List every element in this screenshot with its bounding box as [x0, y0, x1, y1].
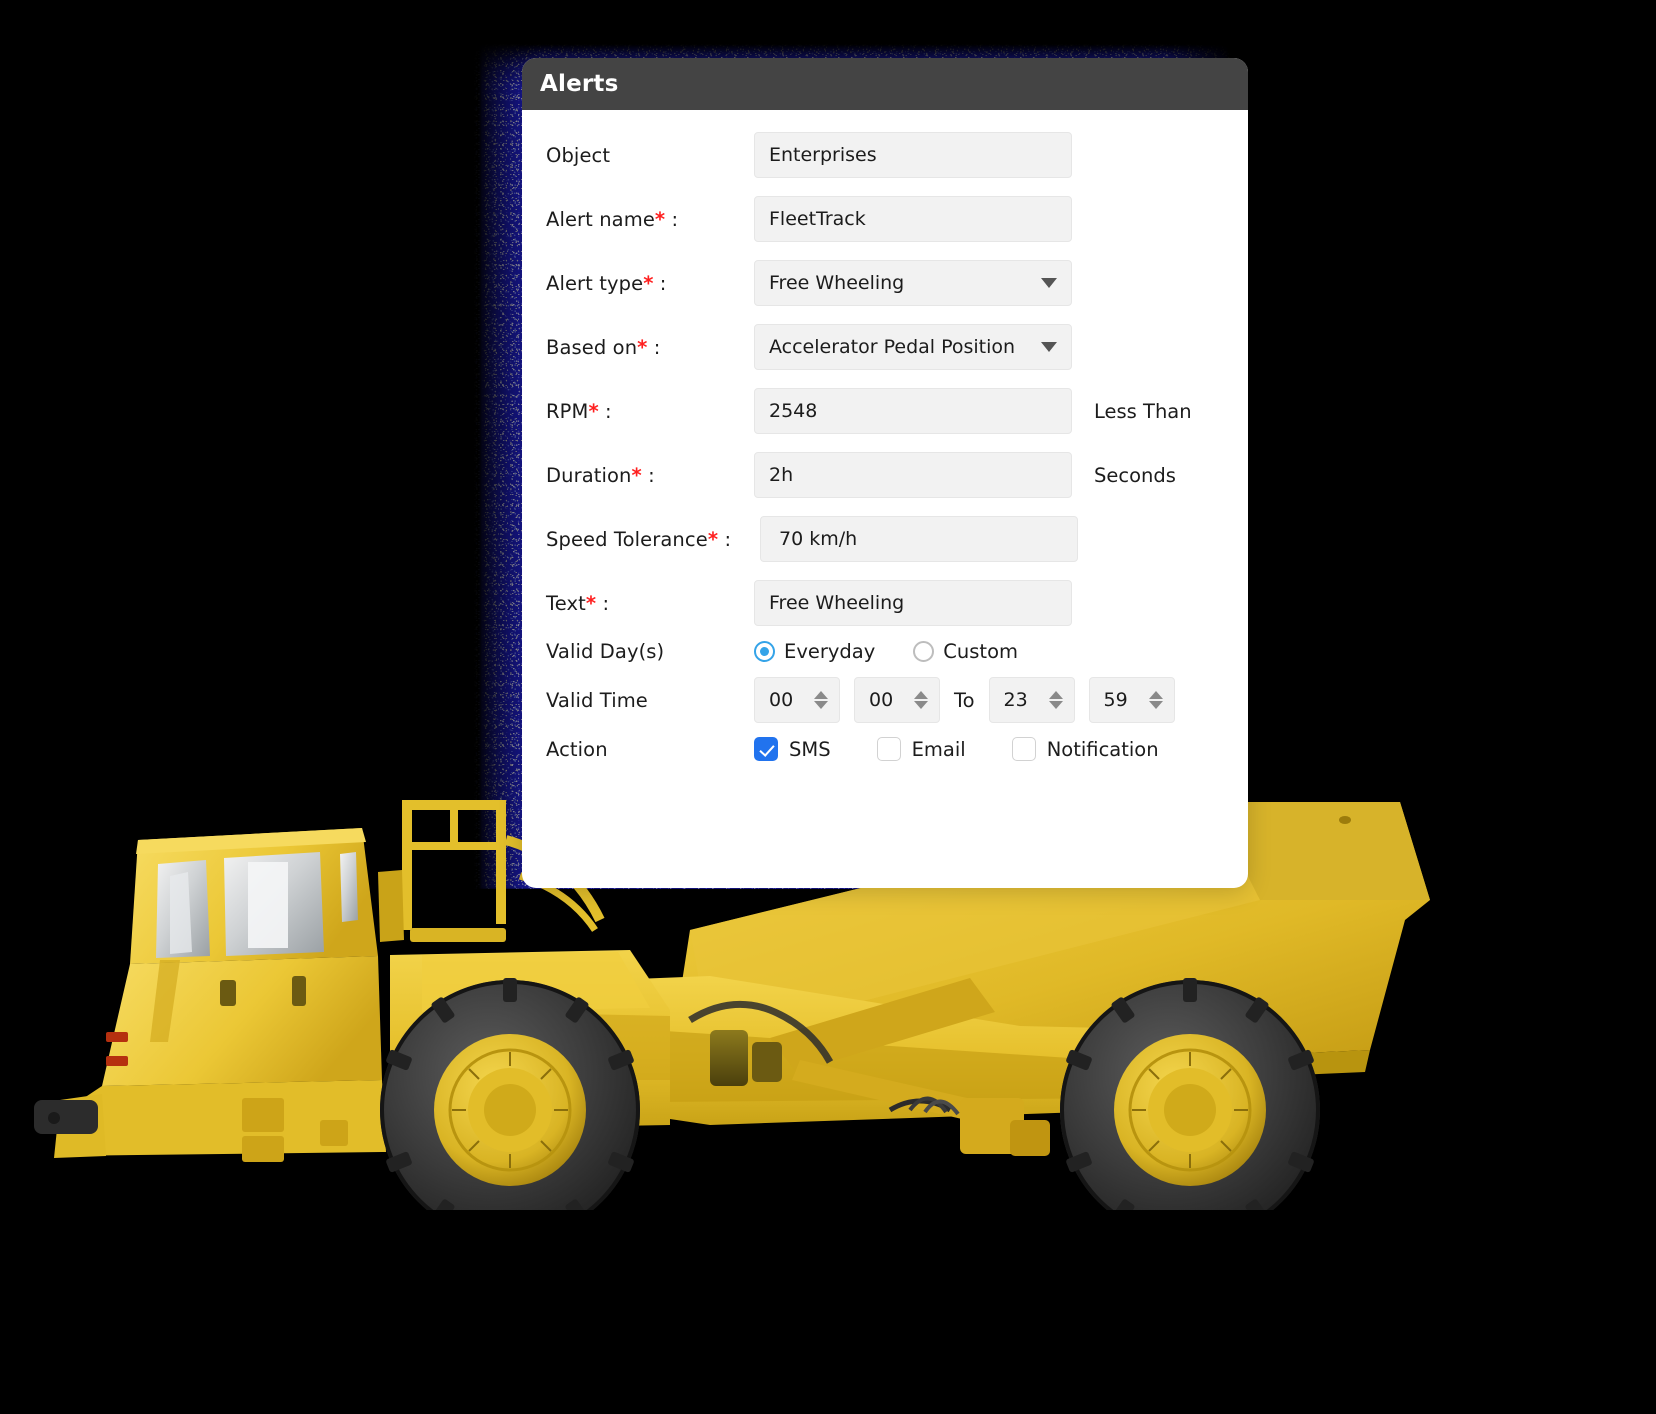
checkbox-icon-email[interactable] — [876, 737, 901, 761]
checkbox-icon-sms[interactable] — [754, 737, 778, 761]
card-header: Alerts — [522, 58, 1248, 110]
to-hour-stepper[interactable]: 23 — [988, 677, 1075, 723]
checkbox-option-notification[interactable]: Notification — [1011, 737, 1159, 761]
duration-label: Duration* : — [546, 463, 655, 487]
from-minute-value: 00 — [869, 689, 894, 711]
form-row-action: Action SMS Email Notification — [546, 737, 1224, 761]
alert-type-value: Free Wheeling — [769, 272, 905, 294]
rpm-input[interactable]: 2548 — [754, 388, 1072, 434]
caret-down-icon[interactable] — [1048, 701, 1063, 710]
text-value: Free Wheeling — [769, 592, 905, 614]
alert-name-value: FleetTrack — [769, 208, 866, 230]
screenshot-stage: Alerts Object Enterprises Alert name* : … — [0, 0, 1656, 1414]
form-row-rpm: RPM* : 2548 Less Than — [546, 388, 1224, 434]
checkbox-label-email: Email — [911, 737, 966, 761]
based-on-value: Accelerator Pedal Position — [769, 336, 1016, 358]
stepper-arrows-icon[interactable] — [914, 690, 928, 710]
required-asterisk: * — [643, 271, 654, 295]
rpm-label: RPM* : — [546, 399, 612, 423]
form-row-alert-name: Alert name* : FleetTrack — [546, 196, 1224, 242]
action-label: Action — [546, 737, 608, 761]
checkbox-option-sms[interactable]: SMS — [754, 737, 831, 761]
form-row-duration: Duration* : 2h Seconds — [546, 452, 1224, 498]
required-asterisk: * — [654, 207, 666, 231]
required-asterisk: * — [588, 399, 599, 423]
chevron-down-icon — [1041, 278, 1057, 288]
radio-label-everyday: Everyday — [784, 640, 876, 663]
duration-suffix-label: Seconds — [1094, 463, 1176, 487]
duration-value: 2h — [769, 464, 794, 486]
action-checkbox-group: SMS Email Notification — [754, 737, 1205, 761]
caret-down-icon[interactable] — [814, 701, 828, 710]
caret-up-icon[interactable] — [1048, 690, 1063, 699]
to-minute-value: 59 — [1103, 689, 1128, 711]
form-row-alert-type: Alert type* : Free Wheeling — [546, 260, 1224, 306]
based-on-dropdown[interactable]: Accelerator Pedal Position — [754, 324, 1072, 370]
form-row-valid-days: Valid Day(s) Everyday Custom — [546, 640, 1224, 663]
from-minute-stepper[interactable]: 00 — [854, 677, 940, 723]
text-label: Text* : — [546, 591, 610, 615]
rpm-value: 2548 — [769, 400, 818, 422]
form-row-object: Object Enterprises — [546, 132, 1224, 178]
object-value: Enterprises — [769, 144, 877, 166]
caret-up-icon[interactable] — [1148, 690, 1163, 699]
radio-icon-everyday[interactable] — [754, 641, 775, 662]
chevron-down-icon — [1041, 342, 1057, 352]
text-input[interactable]: Free Wheeling — [754, 580, 1072, 626]
radio-label-custom: Custom — [943, 640, 1019, 663]
valid-time-label: Valid Time — [546, 688, 648, 712]
speed-tolerance-label: Speed Tolerance* : — [546, 527, 732, 551]
valid-days-label: Valid Day(s) — [546, 640, 665, 663]
alerts-form: Object Enterprises Alert name* : FleetTr… — [522, 110, 1248, 761]
object-input[interactable]: Enterprises — [754, 132, 1072, 178]
checkbox-icon-notification[interactable] — [1011, 737, 1036, 761]
speed-tolerance-value: 70 km/h — [779, 528, 858, 550]
radio-icon-custom[interactable] — [913, 641, 935, 662]
alert-name-input[interactable]: FleetTrack — [754, 196, 1072, 242]
from-hour-value: 00 — [769, 689, 794, 711]
stepper-arrows-icon[interactable] — [814, 690, 828, 710]
stepper-arrows-icon[interactable] — [1148, 690, 1163, 710]
caret-down-icon[interactable] — [914, 701, 928, 710]
required-asterisk: * — [585, 591, 597, 615]
checkbox-option-email[interactable]: Email — [876, 737, 966, 761]
radio-option-everyday[interactable]: Everyday — [754, 640, 875, 663]
required-asterisk: * — [707, 527, 719, 551]
page-title: Alerts — [540, 71, 619, 97]
form-row-speed-tolerance: Speed Tolerance* : 70 km/h — [546, 516, 1224, 562]
form-row-based-on: Based on* : Accelerator Pedal Position — [546, 324, 1224, 370]
alert-type-dropdown[interactable]: Free Wheeling — [754, 260, 1072, 306]
object-label: Object — [546, 143, 611, 167]
to-hour-value: 23 — [1003, 689, 1028, 711]
alerts-dialog-card: Alerts Object Enterprises Alert name* : … — [522, 58, 1248, 888]
alert-name-label: Alert name* : — [546, 207, 679, 231]
form-row-valid-time: Valid Time 00 00 To 23 59 — [546, 677, 1224, 723]
valid-days-radio-group: Everyday Custom — [754, 640, 1056, 663]
speed-tolerance-input[interactable]: 70 km/h — [760, 516, 1078, 562]
required-asterisk: * — [637, 335, 648, 359]
stepper-arrows-icon[interactable] — [1048, 690, 1063, 710]
caret-up-icon[interactable] — [814, 690, 828, 699]
based-on-label: Based on* : — [546, 335, 661, 359]
required-asterisk: * — [631, 463, 642, 487]
checkbox-label-notification: Notification — [1046, 737, 1159, 761]
duration-input[interactable]: 2h — [754, 452, 1072, 498]
caret-down-icon[interactable] — [1148, 701, 1163, 710]
caret-up-icon[interactable] — [914, 690, 928, 699]
alert-type-label: Alert type* : — [546, 271, 667, 295]
time-range-separator: To — [954, 688, 975, 712]
radio-option-custom[interactable]: Custom — [913, 640, 1018, 663]
rpm-suffix-label: Less Than — [1094, 399, 1192, 423]
checkbox-label-sms: SMS — [789, 737, 831, 761]
form-row-text: Text* : Free Wheeling — [546, 580, 1224, 626]
to-minute-stepper[interactable]: 59 — [1088, 677, 1175, 723]
valid-time-group: 00 00 To 23 59 — [754, 677, 1189, 723]
from-hour-stepper[interactable]: 00 — [754, 677, 840, 723]
